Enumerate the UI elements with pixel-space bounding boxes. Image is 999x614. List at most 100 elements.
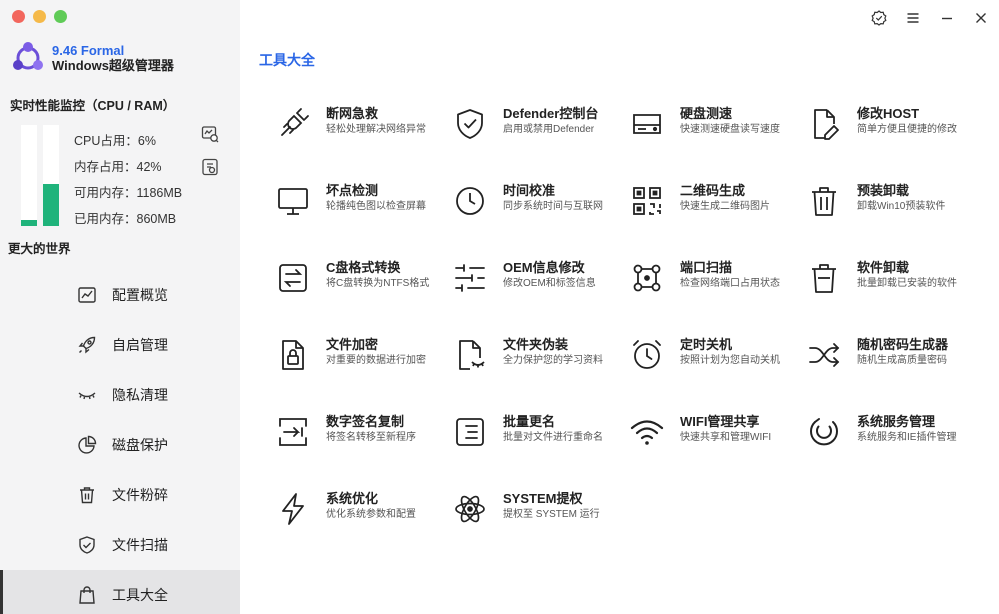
tool-service-manage[interactable]: 系统服务管理 系统服务和IE插件管理 — [807, 405, 984, 482]
rename-icon — [456, 418, 484, 446]
sidebar-item-label: 隐私清理 — [112, 387, 168, 403]
sidebar-item-config-overview[interactable]: 配置概览 — [0, 270, 240, 320]
sidebar-item-label: 文件粉碎 — [112, 487, 168, 503]
lock-file-icon — [282, 340, 304, 370]
minimize-icon — [942, 17, 952, 20]
memory-usage-fill — [43, 183, 59, 226]
tool-name: 软件卸载 — [857, 260, 910, 275]
tool-disk-speed[interactable]: 硬盘测速 快速测速硬盘读写速度 — [630, 97, 807, 174]
tool-desc: 提权至 SYSTEM 运行 — [503, 509, 600, 520]
sidebar-item-file-scan[interactable]: 文件扫描 — [0, 520, 240, 570]
tool-name: SYSTEM提权 — [503, 491, 583, 506]
tool-wifi-share[interactable]: WIFI管理共享 快速共享和管理WIFI — [630, 405, 807, 482]
atom-icon — [455, 495, 485, 523]
tool-name: 断网急救 — [326, 106, 379, 121]
close-icon — [976, 13, 986, 23]
tool-preinstall-uninstall[interactable]: 预装卸载 卸载Win10预装软件 — [807, 174, 984, 251]
tool-name: 数字签名复制 — [326, 414, 405, 429]
tool-c-drive-convert[interactable]: C盘格式转换 将C盘转换为NTFS格式 — [276, 251, 453, 328]
scan-icon — [633, 264, 661, 292]
app-name: Windows超级管理器 — [52, 58, 174, 73]
hamburger-menu-icon — [907, 13, 919, 23]
memory-clean-icon[interactable] — [201, 158, 219, 176]
tool-name: C盘格式转换 — [326, 260, 401, 275]
tool-name: 系统服务管理 — [857, 414, 936, 429]
tool-desc: 全力保护您的学习资料 — [503, 355, 603, 366]
eye-closed-icon — [78, 392, 96, 400]
sidebar: 9.46 Formal Windows超级管理器 实时性能监控（CPU / RA… — [0, 0, 240, 614]
sidebar-item-privacy-clean[interactable]: 隐私清理 — [0, 370, 240, 420]
tool-qrcode[interactable]: 二维码生成快速生成二维码图片 — [630, 174, 807, 251]
tool-edit-host[interactable]: 修改HOST 简单方便且便捷的修改 — [807, 97, 984, 174]
tool-name: 硬盘测速 — [680, 106, 733, 121]
tool-random-password[interactable]: 随机密码生成器随机生成高质量密码 — [807, 328, 984, 405]
tool-name: 二维码生成 — [680, 183, 746, 198]
tool-desc: 同步系统时间与互联网 — [503, 201, 603, 212]
tool-desc: 卸载Win10预装软件 — [857, 201, 946, 212]
tool-desc: 按照计划为您自动关机 — [680, 355, 780, 366]
cpu-usage-text: CPU占用：6% — [74, 134, 156, 148]
verified-button[interactable] — [869, 8, 889, 28]
tool-name: OEM信息修改 — [503, 260, 585, 275]
alarm-icon — [633, 340, 661, 369]
memory-usage-text: 内存占用：42% — [74, 160, 162, 174]
edit-file-icon — [814, 109, 839, 140]
minimize-button[interactable] — [937, 8, 957, 28]
tool-desc: 快速共享和管理WIFI — [680, 432, 772, 443]
tool-name: 文件夹伪装 — [503, 337, 569, 352]
maximize-dot[interactable] — [54, 10, 67, 23]
clock-icon — [456, 187, 484, 215]
tool-desc: 批量对文件进行重命名 — [503, 432, 603, 443]
rocket-icon — [78, 336, 96, 354]
tool-port-scan[interactable]: 端口扫描 检查网络端口占用状态 — [630, 251, 807, 328]
tool-system-elevate[interactable]: SYSTEM提权提权至 SYSTEM 运行 — [453, 482, 630, 559]
trash-icon — [812, 187, 836, 216]
tool-desc: 快速生成二维码图片 — [680, 201, 770, 212]
tool-scheduled-shutdown[interactable]: 定时关机 按照计划为您自动关机 — [630, 328, 807, 405]
plug-icon — [281, 108, 309, 136]
tool-desc: 批量卸载已安装的软件 — [857, 278, 957, 289]
tool-network-rescue[interactable]: 断网急救 轻松处理解决网络异常 — [276, 97, 453, 174]
slogan-text: 更大的世界 — [8, 242, 71, 256]
shuffle-icon — [809, 343, 840, 367]
tool-dead-pixel[interactable]: 坏点检测 轮播纯色图以检查屏幕 — [276, 174, 453, 251]
tool-oem-edit[interactable]: OEM信息修改修改OEM和标签信息 — [453, 251, 630, 328]
sliders-icon — [455, 264, 485, 292]
app-logo-icon — [13, 42, 43, 70]
tool-name: 时间校准 — [503, 183, 556, 198]
tool-time-sync[interactable]: 时间校准同步系统时间与互联网 — [453, 174, 630, 251]
tool-name: 随机密码生成器 — [857, 337, 949, 352]
bag-icon — [79, 586, 95, 604]
tool-desc: 随机生成高质量密码 — [857, 355, 947, 366]
service-icon — [810, 418, 838, 446]
shield-icon — [79, 536, 95, 554]
close-dot[interactable] — [12, 10, 25, 23]
available-memory-text: 可用内存：1186MB — [74, 186, 183, 200]
tool-batch-rename[interactable]: 批量更名 批量对文件进行重命名 — [453, 405, 630, 482]
verified-badge-icon — [871, 10, 887, 26]
perf-monitor-title: 实时性能监控（CPU / RAM） — [10, 99, 176, 113]
minimize-dot[interactable] — [33, 10, 46, 23]
close-button[interactable] — [971, 8, 991, 28]
tool-defender-console[interactable]: Defender控制台启用或禁用Defender — [453, 97, 630, 174]
window-traffic-lights — [12, 10, 67, 23]
sidebar-item-startup[interactable]: 自启管理 — [0, 320, 240, 370]
monitor-icon — [278, 188, 308, 215]
sidebar-item-file-shred[interactable]: 文件粉碎 — [0, 470, 240, 520]
tool-signature-copy[interactable]: 数字签名复制 将签名转移至新程序 — [276, 405, 453, 482]
tool-name: 端口扫描 — [680, 260, 733, 275]
sidebar-item-disk-protect[interactable]: 磁盘保护 — [0, 420, 240, 470]
menu-button[interactable] — [903, 8, 923, 28]
tool-folder-disguise[interactable]: 文件夹伪装全力保护您的学习资料 — [453, 328, 630, 405]
tool-system-optimize[interactable]: 系统优化 优化系统参数和配置 — [276, 482, 453, 559]
tool-file-encrypt[interactable]: 文件加密 对重要的数据进行加密 — [276, 328, 453, 405]
tool-software-uninstall[interactable]: 软件卸载批量卸载已安装的软件 — [807, 251, 984, 328]
sidebar-item-label: 工具大全 — [112, 587, 168, 603]
sidebar-item-toolbox[interactable]: 工具大全 — [0, 570, 240, 614]
monitor-check-icon[interactable] — [201, 125, 219, 143]
tool-desc: 修改OEM和标签信息 — [503, 278, 596, 289]
tool-name: 文件加密 — [326, 337, 379, 352]
tool-desc: 启用或禁用Defender — [503, 124, 595, 135]
sidebar-item-label: 磁盘保护 — [112, 437, 168, 453]
tool-name: Defender控制台 — [503, 106, 599, 121]
